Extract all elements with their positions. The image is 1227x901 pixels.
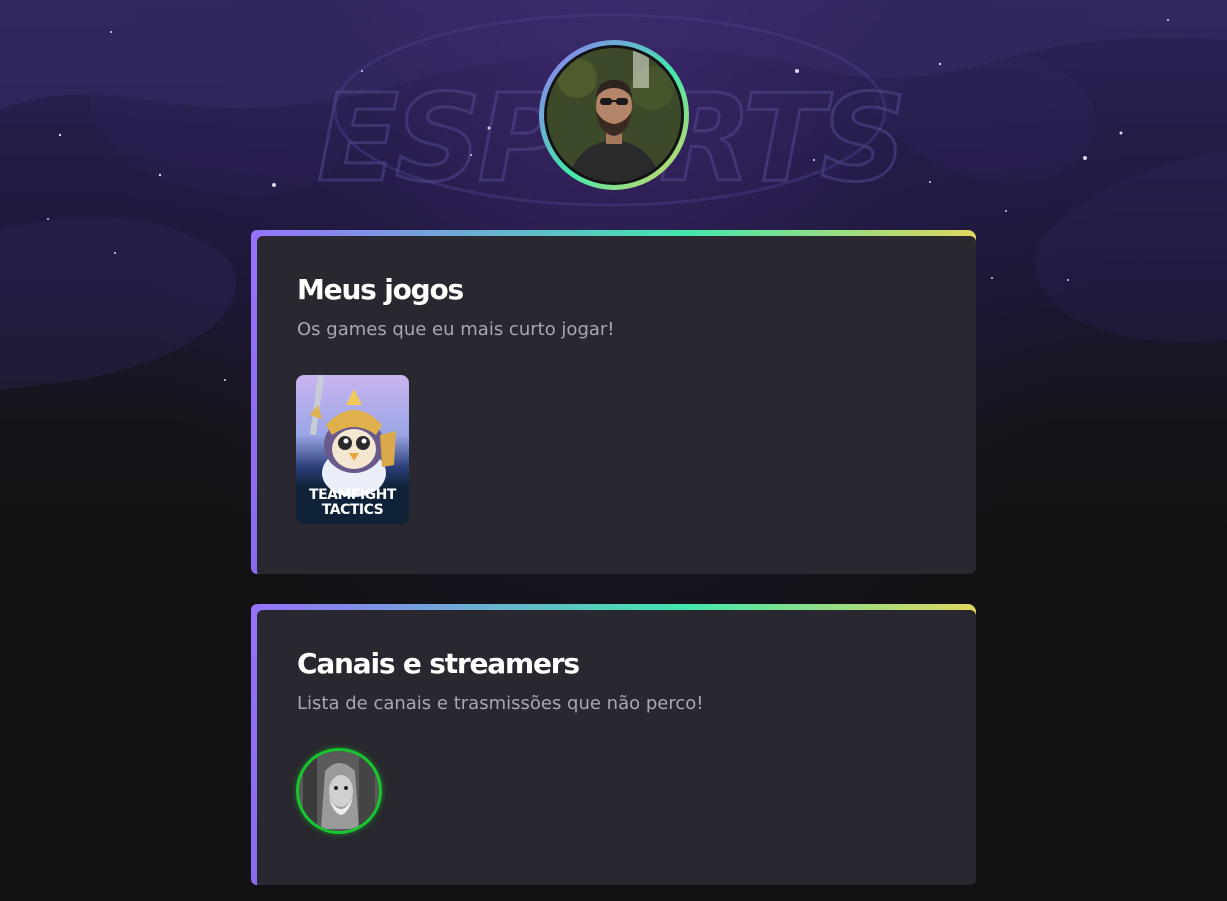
channels-section: Canais e streamers Lista de canais e tra… — [251, 604, 976, 885]
profile-photo-icon — [547, 48, 681, 182]
profile-avatar[interactable] — [539, 40, 689, 190]
channels-section-subtitle: Lista de canais e trasmissões que não pe… — [297, 693, 704, 714]
page: ESPORTS — [0, 0, 1227, 901]
streamer-photo-icon — [299, 751, 379, 831]
games-section-subtitle: Os games que eu mais curto jogar! — [297, 319, 615, 340]
card-accent-bar — [251, 604, 257, 885]
profile-photo-illustration — [547, 48, 681, 182]
channels-section-body: Canais e streamers Lista de canais e tra… — [257, 610, 976, 885]
games-section-title: Meus jogos — [297, 273, 464, 306]
games-section: Meus jogos Os games que eu mais curto jo… — [251, 230, 976, 574]
channels-section-title: Canais e streamers — [297, 647, 580, 680]
game-title-line-1: TEAMFIGHT — [309, 487, 396, 503]
card-accent-bar — [251, 230, 257, 574]
game-card-title: TEAMFIGHT TACTICS — [296, 488, 409, 518]
game-card-teamfight-tactics[interactable]: TEAMFIGHT TACTICS — [296, 375, 409, 524]
streamer-avatar[interactable] — [296, 748, 382, 834]
avatar-frame — [544, 45, 684, 185]
game-title-line-2: TACTICS — [321, 502, 384, 518]
